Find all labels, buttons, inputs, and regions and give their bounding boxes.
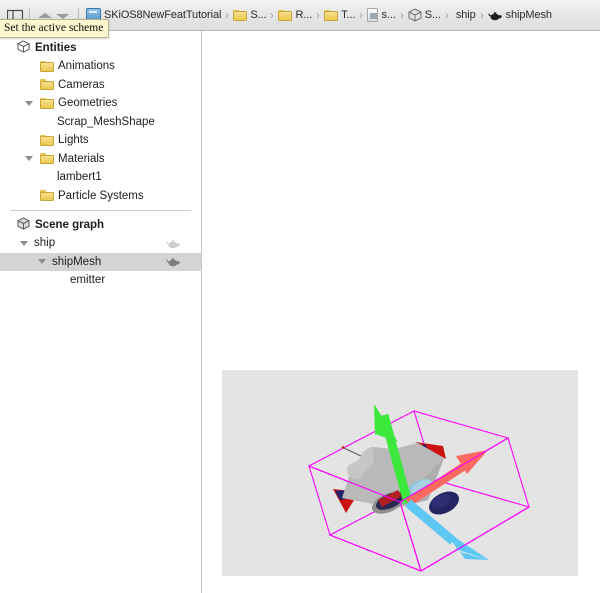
sidebar-divider [10,210,191,211]
teapot-icon [488,10,503,21]
folder-icon [40,134,54,146]
tree-item-label: Lights [58,134,89,147]
scene-render [307,404,531,572]
breadcrumb-label: ship [455,9,476,21]
folder-icon [324,9,339,21]
tree-item-label: Animations [58,60,115,73]
folder-icon [278,9,293,21]
disclosure-triangle-icon[interactable] [23,153,34,164]
section-header-scene-graph[interactable]: Scene graph [0,215,201,234]
breadcrumb-item-shipmesh[interactable]: shipMesh [487,5,553,25]
tooltip-set-active-scheme: Set the active scheme [0,19,110,38]
breadcrumb-separator: › [479,8,484,22]
tree-item-materials[interactable]: Materials [0,150,201,169]
cube-icon [408,8,422,22]
breadcrumb-separator: › [225,8,230,22]
tree-item-label: Geometries [58,97,118,110]
breadcrumb-label: SKiOS8NewFeatTutorial [104,9,222,21]
breadcrumb-item-scene[interactable]: S... [407,5,442,25]
tree-item-cameras[interactable]: Cameras [0,76,201,95]
navigator-sidebar: Entities Animations Cameras Geometries S… [0,31,202,593]
breadcrumb-label: T... [341,9,356,21]
disclosure-triangle-icon[interactable] [18,238,29,249]
breadcrumb-item-folder-2[interactable]: R... [277,5,313,25]
breadcrumb-item-folder-1[interactable]: S... [232,5,267,25]
tree-item-geometries[interactable]: Geometries [0,94,201,113]
tree-item-label: Particle Systems [58,189,144,202]
scene-kit-3d-preview[interactable] [222,370,578,576]
breadcrumb-label: S... [250,9,267,21]
tree-item-label: lambert1 [57,171,102,184]
folder-icon [40,60,54,72]
teapot-icon-light[interactable] [166,238,181,249]
document-icon [367,8,379,22]
breadcrumb-separator: › [316,8,320,22]
tree-item-label: Materials [58,152,105,165]
teapot-icon-dark[interactable] [166,256,181,267]
cube-outline-icon [17,216,30,233]
tree-item-lambert1[interactable]: lambert1 [0,168,201,187]
tree-item-label: emitter [70,274,106,287]
breadcrumb-separator: › [400,8,404,22]
breadcrumb-item-ship[interactable]: ship [452,5,477,25]
breadcrumb-label: s... [381,9,396,21]
tree-item-label: ship [34,237,56,250]
breadcrumb-separator: › [359,8,364,22]
tree-item-label: Scrap_MeshShape [57,115,155,128]
folder-icon [40,190,54,202]
breadcrumb-item-folder-3[interactable]: T... [323,5,356,25]
editor-area [203,31,600,593]
breadcrumb-item-document[interactable]: s... [366,5,396,25]
disclosure-triangle-icon[interactable] [23,98,34,109]
breadcrumb-separator: › [270,8,275,22]
tree-item-emitter[interactable]: emitter [0,271,201,290]
tree-item-scrap-meshshape[interactable]: Scrap_MeshShape [0,113,201,132]
section-header-entities[interactable]: Entities [0,38,201,57]
breadcrumb-label: shipMesh [505,9,552,21]
cube-outline-icon [17,39,30,56]
tree-item-lights[interactable]: Lights [0,131,201,150]
breadcrumb: SKiOS8NewFeatTutorial › S... › R... › T.… [84,0,600,30]
folder-icon [40,97,54,109]
tree-item-animations[interactable]: Animations [0,57,201,76]
tree-item-particle-systems[interactable]: Particle Systems [0,187,201,206]
disclosure-triangle-icon[interactable] [36,256,47,267]
tree-item-shipmesh[interactable]: shipMesh [0,252,201,271]
tree-item-label: Cameras [58,78,105,91]
tree-item-ship[interactable]: ship [0,234,201,253]
breadcrumb-label: S... [424,9,441,21]
folder-icon [40,153,54,165]
folder-icon [40,79,54,91]
section-title: Entities [35,41,77,54]
tree-item-label: shipMesh [52,255,102,268]
breadcrumb-separator: › [445,8,449,22]
section-title: Scene graph [35,218,105,231]
breadcrumb-label: R... [295,9,313,21]
folder-icon [233,9,248,21]
